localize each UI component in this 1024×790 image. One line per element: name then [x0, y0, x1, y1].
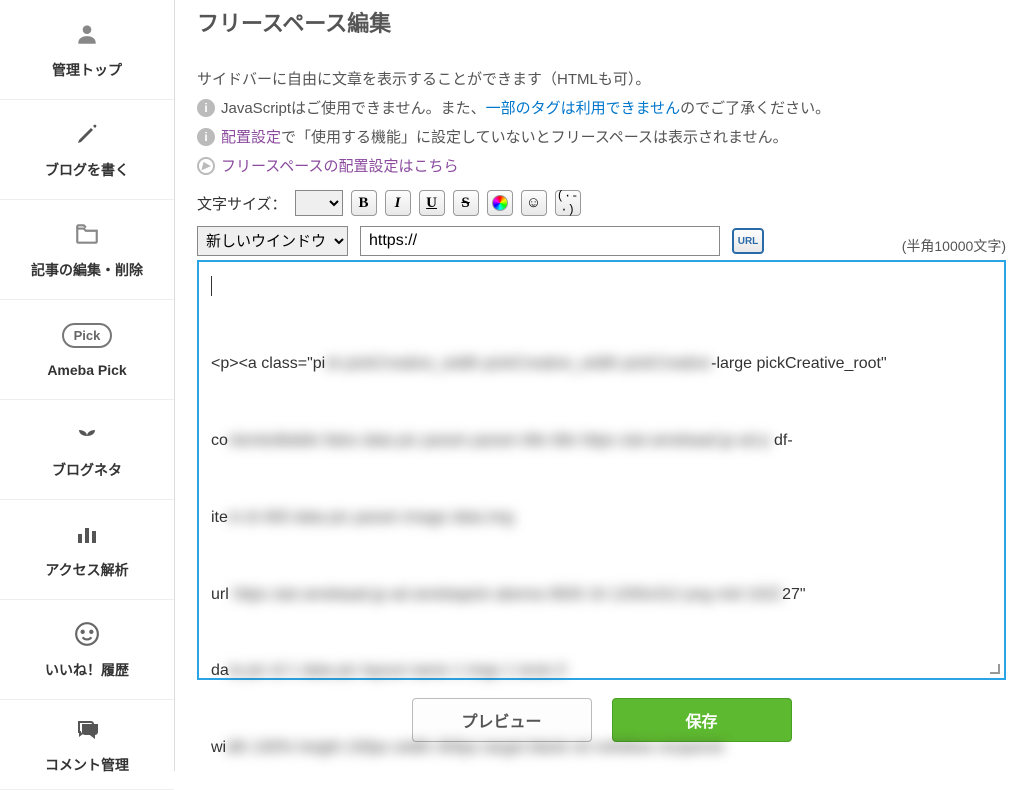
description-3: i 配置設定で「使用する機能」に設定していないとフリースペースは表示されません。 — [197, 126, 1006, 147]
sidebar-item-label: ブログを書く — [45, 160, 129, 180]
sidebar-item-label: 記事の編集・削除 — [31, 260, 143, 280]
sidebar-item-edit-delete[interactable]: 記事の編集・削除 — [0, 200, 174, 300]
emoji-button[interactable]: ☺ — [521, 190, 547, 216]
sidebar-item-like-history[interactable]: いいね！履歴 — [0, 600, 174, 700]
link-layout-settings[interactable]: 配置設定 — [221, 129, 281, 146]
info-icon: i — [197, 99, 215, 117]
url-toolbar: 新しいウインドウ URL (半角10000文字) — [197, 226, 1006, 256]
bar-chart-icon — [71, 520, 103, 548]
sidebar-item-label: 管理トップ — [52, 60, 122, 80]
insert-url-button[interactable]: URL — [732, 228, 764, 254]
color-wheel-icon — [492, 195, 508, 211]
description-1: サイドバーに自由に文章を表示することができます（HTMLも可）。 — [197, 68, 1006, 89]
sidebar-item-blog-topic[interactable]: ブログネタ — [0, 400, 174, 500]
smile-icon — [71, 620, 103, 648]
person-icon — [71, 20, 103, 48]
link-freespace-layout[interactable]: フリースペースの配置設定はこちら — [221, 155, 458, 176]
editor-content: <p><a class="pick pickCreative_width pic… — [211, 300, 992, 771]
sidebar: 管理トップ ブログを書く 記事の編集・削除 Pick Ameba Pick ブロ… — [0, 0, 175, 771]
info-icon: i — [197, 128, 215, 146]
sidebar-item-label: Ameba Pick — [47, 362, 126, 378]
italic-button[interactable]: I — [385, 190, 411, 216]
pick-badge-icon: Pick — [62, 322, 112, 350]
bold-button[interactable]: B — [351, 190, 377, 216]
sidebar-item-write-blog[interactable]: ブログを書く — [0, 100, 174, 200]
text-color-button[interactable] — [487, 190, 513, 216]
sidebar-item-label: いいね！履歴 — [45, 660, 129, 680]
link-target-select[interactable]: 新しいウインドウ — [197, 226, 348, 256]
folder-icon — [71, 220, 103, 248]
sidebar-item-label: ブログネタ — [52, 460, 122, 480]
description-4: ▶ フリースペースの配置設定はこちら — [197, 155, 1006, 176]
sidebar-item-ameba-pick[interactable]: Pick Ameba Pick — [0, 300, 174, 400]
text-cursor — [211, 276, 212, 296]
arrow-icon: ▶ — [197, 157, 215, 175]
link-unsupported-tags[interactable]: 一部のタグは利用できません — [486, 100, 681, 117]
sidebar-item-admin-top[interactable]: 管理トップ — [0, 0, 174, 100]
font-size-label: 文字サイズ： — [197, 193, 287, 214]
underline-button[interactable]: U — [419, 190, 445, 216]
editor-textarea[interactable]: <p><a class="pick pickCreative_width pic… — [197, 260, 1006, 680]
main-content: フリースペース編集 サイドバーに自由に文章を表示することができます（HTMLも可… — [175, 0, 1024, 771]
sprout-icon — [71, 420, 103, 448]
char-limit-label: (半角10000文字) — [902, 236, 1006, 256]
sidebar-item-label: コメント管理 — [45, 755, 129, 775]
sidebar-item-analytics[interactable]: アクセス解析 — [0, 500, 174, 600]
sidebar-item-label: アクセス解析 — [45, 560, 128, 580]
pencil-icon — [71, 120, 103, 148]
strikethrough-button[interactable]: S — [453, 190, 479, 216]
formatting-toolbar: 文字サイズ： B I U S ☺ (·-·) — [197, 190, 1006, 216]
url-input[interactable] — [360, 226, 720, 256]
page-title: フリースペース編集 — [197, 6, 1006, 38]
sidebar-item-comments[interactable]: コメント管理 — [0, 700, 174, 790]
font-size-select[interactable] — [295, 190, 343, 216]
chat-icon — [71, 715, 103, 743]
description-2: i JavaScriptはご使用できません。また、一部のタグは利用できませんので… — [197, 97, 1006, 118]
resize-handle[interactable] — [988, 662, 1002, 676]
special-chars-button[interactable]: (·-·) — [555, 190, 581, 216]
